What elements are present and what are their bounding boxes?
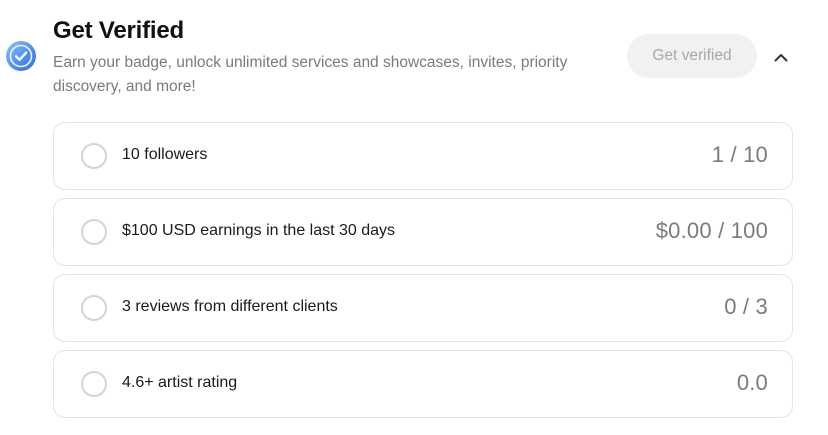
get-verified-button[interactable]: Get verified [627, 34, 757, 78]
verified-badge-icon [5, 40, 37, 72]
requirement-progress: 0 / 3 [724, 294, 768, 319]
requirement-label: 4.6+ artist rating [122, 374, 238, 391]
requirement-item-followers: 10 followers 1 / 10 [53, 122, 793, 190]
requirement-progress: $0.00 / 100 [655, 218, 768, 243]
radio-circle-icon [81, 143, 107, 169]
page-subtitle: Earn your badge, unlock unlimited servic… [53, 54, 568, 95]
requirement-label: $100 USD earnings in the last 30 days [122, 222, 396, 239]
get-verified-panel: Get Verified Earn your badge, unlock unl… [0, 0, 828, 435]
radio-circle-icon [81, 219, 107, 245]
requirement-progress: 0.0 [736, 370, 768, 395]
chevron-up-icon[interactable] [770, 46, 792, 68]
requirement-item-rating: 4.6+ artist rating 0.0 [53, 350, 793, 418]
page-title: Get Verified [53, 17, 184, 44]
requirement-item-earnings: $100 USD earnings in the last 30 days $0… [53, 198, 793, 266]
requirement-item-reviews: 3 reviews from different clients 0 / 3 [53, 274, 793, 342]
requirement-progress: 1 / 10 [711, 142, 768, 167]
radio-circle-icon [81, 371, 107, 397]
requirement-label: 3 reviews from different clients [122, 298, 338, 315]
requirement-label: 10 followers [122, 146, 208, 163]
radio-circle-icon [81, 295, 107, 321]
